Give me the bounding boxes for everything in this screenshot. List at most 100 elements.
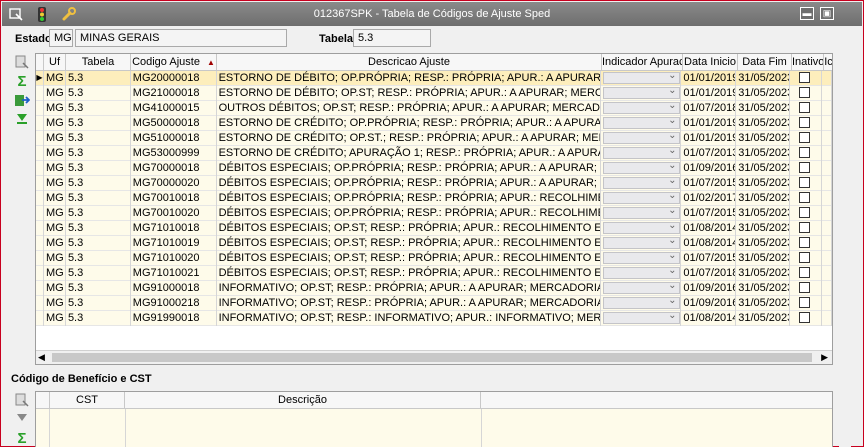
inativo-checkbox[interactable] (799, 132, 811, 143)
cell-tabela[interactable]: 5.3 (66, 266, 131, 281)
inativo-checkbox[interactable] (799, 312, 811, 323)
row-pointer[interactable] (36, 191, 44, 206)
table-row[interactable]: MG 5.3 MG41000015 OUTROS DÉBITOS; OP.ST; RE… (36, 101, 832, 116)
cell-data-fim[interactable]: 31/05/2023 (736, 251, 791, 266)
cell-uf[interactable]: MG (44, 101, 66, 116)
cell-data-inicio[interactable]: 01/09/2016 (681, 161, 737, 176)
row-pointer[interactable] (36, 131, 44, 146)
cell-uf[interactable]: MG (44, 146, 66, 161)
cell-tabela[interactable]: 5.3 (66, 161, 131, 176)
row-pointer[interactable] (36, 86, 44, 101)
cell-ic[interactable] (822, 296, 832, 311)
cell-tabela[interactable]: 5.3 (66, 116, 131, 131)
estado-code-field[interactable]: MG (49, 29, 73, 47)
cell-ic[interactable] (822, 86, 832, 101)
cell-ic[interactable] (822, 281, 832, 296)
cell-data-fim[interactable]: 31/05/2023 (736, 311, 791, 326)
scroll-thumb[interactable] (52, 353, 812, 362)
inativo-checkbox[interactable] (799, 222, 811, 233)
row-pointer[interactable] (36, 176, 44, 191)
indicador-apuracao-select[interactable] (602, 146, 680, 159)
cell-uf[interactable]: MG (44, 86, 66, 101)
cell-codigo[interactable]: MG70010020 (131, 206, 217, 221)
cell-descricao[interactable]: ESTORNO DE CRÉDITO; OP.PRÓPRIA; RESP.: P… (217, 116, 601, 131)
cell-tabela[interactable]: 5.3 (66, 131, 131, 146)
cell-codigo[interactable]: MG70000018 (131, 161, 217, 176)
indicador-apuracao-select[interactable] (602, 116, 680, 129)
cell-descricao[interactable]: DÉBITOS ESPECIAIS; OP.ST; RESP.: PRÓPRIA… (217, 236, 601, 251)
cell-descricao[interactable]: DÉBITOS ESPECIAIS; OP.PRÓPRIA; RESP.: PR… (217, 191, 601, 206)
table-row[interactable]: MG 5.3 MG70000018 DÉBITOS ESPECIAIS; OP.PRÓ… (36, 161, 832, 176)
add-cst-icon[interactable] (13, 391, 31, 409)
cell-ic[interactable] (822, 116, 832, 131)
cell-tabela[interactable]: 5.3 (66, 296, 131, 311)
cell-tabela[interactable]: 5.3 (66, 71, 131, 86)
cell-data-inicio[interactable]: 01/07/2013 (681, 146, 737, 161)
table-row[interactable]: MG 5.3 MG91000018 INFORMATIVO; OP.ST; RESP.… (36, 281, 832, 296)
cell-codigo[interactable]: MG71010019 (131, 236, 217, 251)
table-row[interactable]: MG 5.3 MG71010019 DÉBITOS ESPECIAIS; OP.ST;… (36, 236, 832, 251)
col-descricao-ajuste[interactable]: Descricao Ajuste (217, 54, 602, 71)
row-pointer[interactable] (36, 296, 44, 311)
cell-data-inicio[interactable]: 01/01/2019 (681, 86, 737, 101)
cell-data-fim[interactable]: 31/05/2023 (736, 146, 791, 161)
cell-uf[interactable]: MG (44, 206, 66, 221)
add-record-icon[interactable] (13, 53, 31, 71)
col-data-fim[interactable]: Data Fim (738, 54, 792, 71)
indicador-apuracao-select[interactable] (602, 101, 680, 114)
indicador-apuracao-select[interactable] (602, 296, 680, 309)
row-pointer[interactable] (36, 251, 44, 266)
row-pointer[interactable]: ▶ (36, 71, 44, 86)
cell-codigo[interactable]: MG53000999 (131, 146, 217, 161)
row-pointer[interactable] (36, 161, 44, 176)
horizontal-scrollbar[interactable]: ◀ ▶ (36, 350, 832, 364)
indicador-apuracao-select[interactable] (602, 266, 680, 279)
cell-ic[interactable] (822, 251, 832, 266)
cell-ic[interactable] (822, 71, 832, 86)
cell-uf[interactable]: MG (44, 176, 66, 191)
col-uf[interactable]: Uf (44, 54, 66, 71)
cell-tabela[interactable]: 5.3 (66, 206, 131, 221)
cell-data-inicio[interactable]: 01/09/2016 (681, 281, 737, 296)
col-indicador-apuracao[interactable]: Indicador Apuracao (602, 54, 683, 71)
cell-data-inicio[interactable]: 01/08/2014 (681, 236, 737, 251)
cell-codigo[interactable]: MG91000018 (131, 281, 217, 296)
export-icon[interactable] (13, 91, 31, 109)
cell-ic[interactable] (822, 101, 832, 116)
cst-filter-icon[interactable] (13, 410, 31, 428)
indicador-apuracao-select[interactable] (602, 176, 680, 189)
cell-descricao[interactable]: DÉBITOS ESPECIAIS; OP.PRÓPRIA; RESP.: PR… (217, 161, 601, 176)
indicador-apuracao-select[interactable] (602, 311, 680, 324)
cell-ic[interactable] (822, 146, 832, 161)
indicador-apuracao-select[interactable] (602, 71, 680, 84)
inativo-checkbox[interactable] (799, 102, 811, 113)
cell-data-fim[interactable]: 31/05/2023 (736, 266, 791, 281)
cell-data-inicio[interactable]: 01/09/2016 (681, 296, 737, 311)
cell-tabela[interactable]: 5.3 (66, 191, 131, 206)
inativo-checkbox[interactable] (799, 117, 811, 128)
cell-codigo[interactable]: MG91990018 (131, 311, 217, 326)
table-row[interactable]: MG 5.3 MG53000999 ESTORNO DE CRÉDITO; APURA… (36, 146, 832, 161)
cell-tabela[interactable]: 5.3 (66, 221, 131, 236)
cell-data-fim[interactable]: 31/05/2023 (736, 281, 791, 296)
row-pointer[interactable] (36, 281, 44, 296)
cell-uf[interactable]: MG (44, 296, 66, 311)
cell-codigo[interactable]: MG71010018 (131, 221, 217, 236)
cell-tabela[interactable]: 5.3 (66, 236, 131, 251)
cell-data-fim[interactable]: 31/05/2023 (736, 236, 791, 251)
row-pointer[interactable] (36, 101, 44, 116)
cell-ic[interactable] (822, 311, 832, 326)
cell-codigo[interactable]: MG20000018 (131, 71, 217, 86)
table-row[interactable]: MG 5.3 MG70000020 DÉBITOS ESPECIAIS; OP.PRÓ… (36, 176, 832, 191)
cell-ic[interactable] (822, 221, 832, 236)
indicador-apuracao-select[interactable] (602, 191, 680, 204)
cell-codigo[interactable]: MG71010021 (131, 266, 217, 281)
cell-ic[interactable] (822, 131, 832, 146)
col-inativo[interactable]: Inativo (792, 54, 824, 71)
inativo-checkbox[interactable] (799, 192, 811, 203)
cell-data-fim[interactable]: 31/05/2023 (736, 71, 791, 86)
cell-codigo[interactable]: MG91000218 (131, 296, 217, 311)
cell-data-inicio[interactable]: 01/07/2015 (681, 206, 737, 221)
cell-uf[interactable]: MG (44, 266, 66, 281)
cell-data-inicio[interactable]: 01/01/2019 (681, 131, 737, 146)
